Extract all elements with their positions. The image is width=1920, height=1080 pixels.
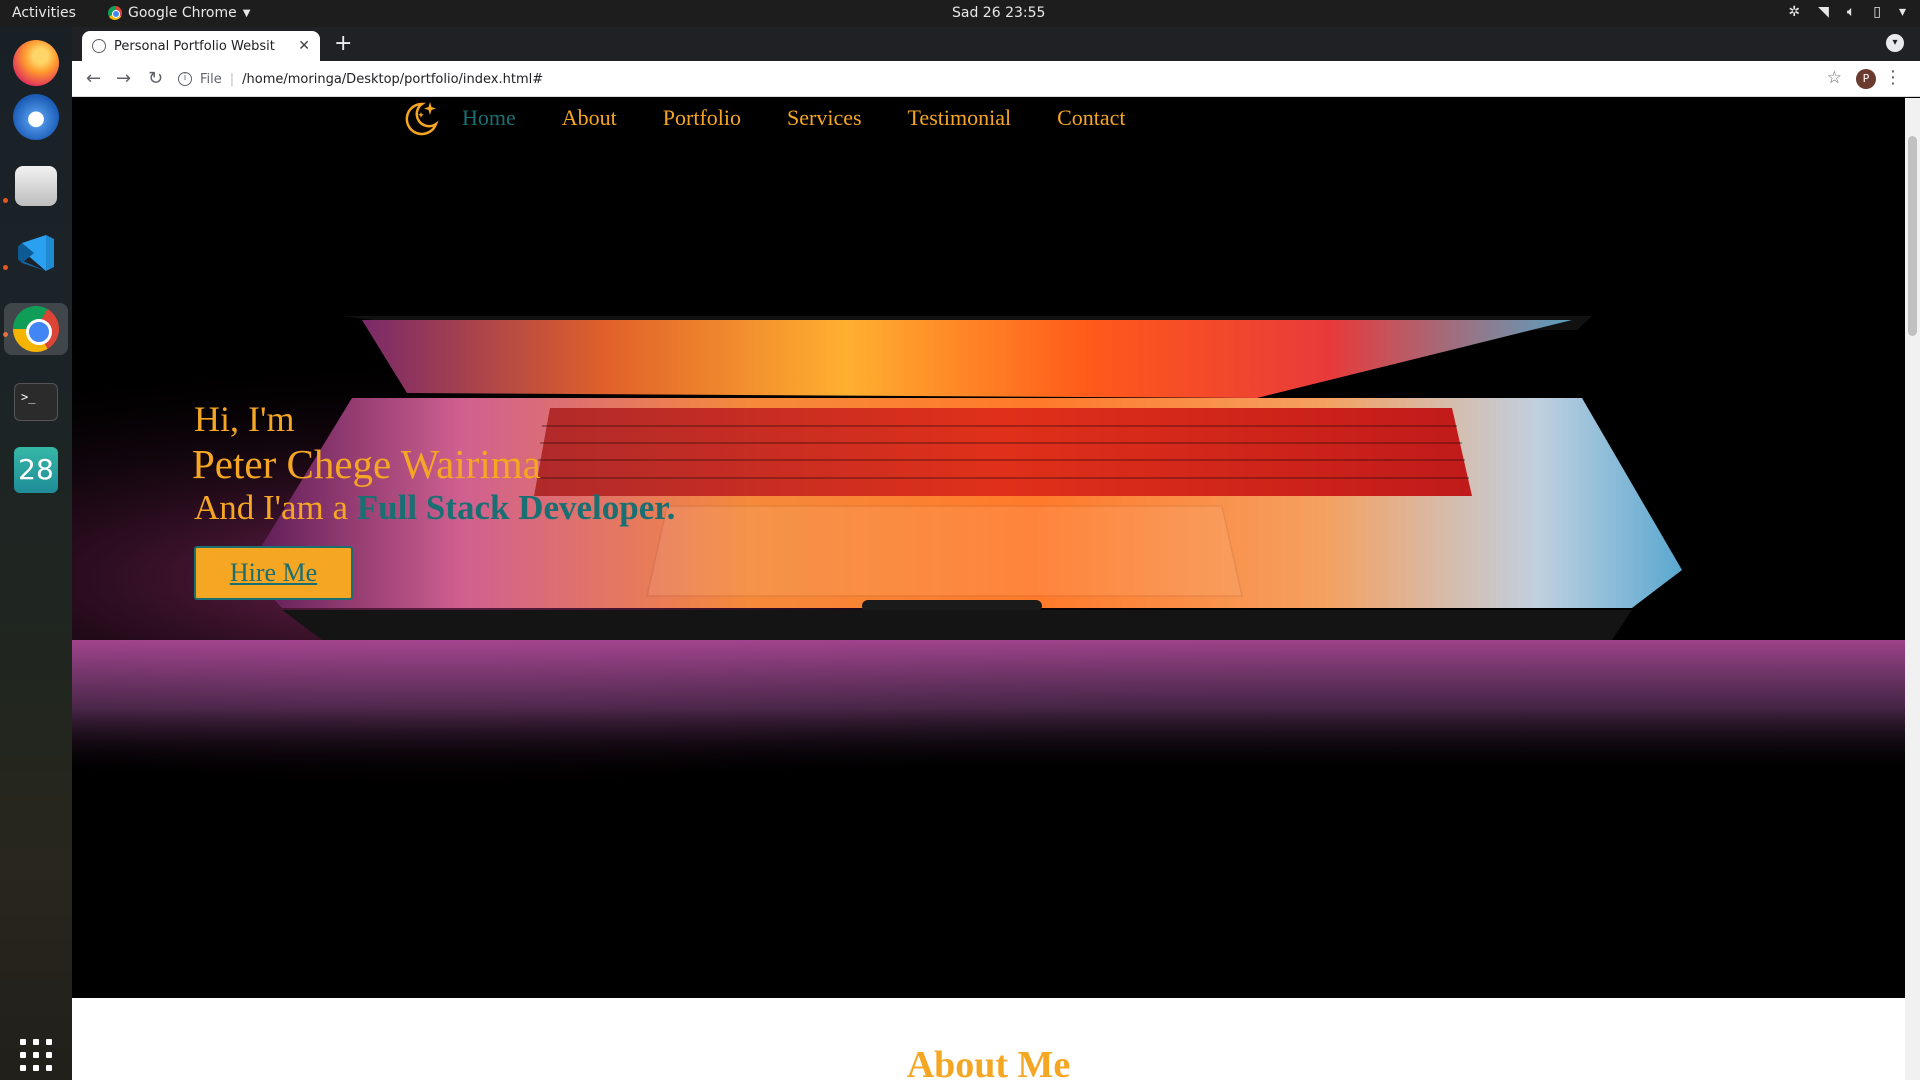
close-tab-icon[interactable]: ✕ xyxy=(298,38,310,54)
address-bar[interactable]: i File | /home/moringa/Desktop/portfolio… xyxy=(178,65,1818,93)
more-menu-icon[interactable]: ⋮ xyxy=(1884,67,1902,88)
system-menu-chevron-icon[interactable]: ▾ xyxy=(1899,4,1906,20)
tab-strip: Personal Portfolio Websit ✕ + ▾ xyxy=(72,27,1920,61)
files-icon xyxy=(15,166,57,206)
address-separator: | xyxy=(229,71,235,87)
app-menu[interactable]: Google Chrome ▼ xyxy=(108,5,250,21)
thunderbird-icon xyxy=(13,94,59,140)
hero-role: And I'am a Full Stack Developer. xyxy=(194,488,675,528)
dock: >_ 28 xyxy=(0,27,72,1080)
dock-firefox[interactable] xyxy=(10,37,62,89)
calendar-icon: 28 xyxy=(14,447,58,493)
hero-greeting: Hi, I'm xyxy=(194,399,295,439)
nav-services[interactable]: Services xyxy=(787,105,862,131)
battery-icon[interactable]: ▯ xyxy=(1873,4,1881,20)
system-top-bar: Activities Google Chrome ▼ Sad 26 23:55 … xyxy=(0,0,1920,27)
app-menu-label: Google Chrome xyxy=(128,5,237,21)
terminal-icon: >_ xyxy=(14,383,58,421)
page-viewport: Home About Portfolio Services Testimonia… xyxy=(72,98,1905,1080)
dock-calendar[interactable]: 28 xyxy=(10,444,62,496)
reload-icon[interactable]: ↻ xyxy=(148,68,163,89)
moon-stars-logo-icon[interactable] xyxy=(400,98,440,138)
dock-chrome[interactable] xyxy=(4,303,68,355)
settings-indicator-icon[interactable]: ✲ xyxy=(1788,4,1800,20)
nav-testimonial[interactable]: Testimonial xyxy=(908,105,1012,131)
info-icon[interactable]: i xyxy=(178,72,192,86)
chevron-down-icon: ▼ xyxy=(242,7,251,19)
chrome-icon xyxy=(108,6,122,20)
hero-name: Peter Chege Wairima xyxy=(192,441,541,487)
show-applications-button[interactable] xyxy=(10,1029,62,1080)
page-scrollbar[interactable] xyxy=(1905,98,1920,1080)
dock-terminal[interactable]: >_ xyxy=(10,376,62,428)
hero-role-prefix: And I'am a xyxy=(194,488,357,527)
nav-portfolio[interactable]: Portfolio xyxy=(663,105,741,131)
forward-arrow-icon[interactable]: → xyxy=(116,68,131,89)
profile-avatar[interactable]: P xyxy=(1856,69,1876,89)
running-indicator xyxy=(3,198,8,203)
address-url[interactable]: /home/moringa/Desktop/portfolio/index.ht… xyxy=(242,72,543,87)
dock-vscode[interactable] xyxy=(10,227,62,279)
nav-about[interactable]: About xyxy=(562,105,617,131)
dock-files[interactable] xyxy=(10,160,62,212)
chrome-icon xyxy=(13,306,59,352)
vscode-icon xyxy=(18,235,54,271)
volume-icon[interactable]: 🔈︎ xyxy=(1847,4,1855,20)
wifi-icon[interactable]: ◥ xyxy=(1818,4,1829,20)
hero-role-highlight: Full Stack Developer. xyxy=(356,488,676,527)
clock[interactable]: Sad 26 23:55 xyxy=(952,5,1045,21)
activities-button[interactable]: Activities xyxy=(12,5,76,21)
tab-search-icon[interactable]: ▾ xyxy=(1886,34,1904,52)
dock-thunderbird[interactable] xyxy=(10,91,62,143)
back-arrow-icon[interactable]: ← xyxy=(86,68,101,89)
site-navigation: Home About Portfolio Services Testimonia… xyxy=(400,98,1172,138)
browser-tab[interactable]: Personal Portfolio Websit ✕ xyxy=(82,31,320,61)
globe-icon xyxy=(92,39,106,53)
running-indicator xyxy=(3,265,8,270)
new-tab-button[interactable]: + xyxy=(334,32,352,56)
address-scheme: File xyxy=(200,71,222,87)
browser-toolbar: ← → ↻ i File | /home/moringa/Desktop/por… xyxy=(72,61,1920,97)
about-section-title: About Me xyxy=(906,1044,1071,1080)
hero-section: Home About Portfolio Services Testimonia… xyxy=(72,98,1905,998)
hire-me-button[interactable]: Hire Me xyxy=(194,546,353,600)
nav-home[interactable]: Home xyxy=(462,105,516,131)
scrollbar-thumb[interactable] xyxy=(1908,136,1917,336)
firefox-icon xyxy=(13,40,59,86)
tab-title: Personal Portfolio Websit xyxy=(114,38,275,54)
app-grid-icon xyxy=(20,1039,52,1071)
nav-contact[interactable]: Contact xyxy=(1057,105,1125,131)
system-tray[interactable]: ✲ ◥ 🔈︎ ▯ ▾ xyxy=(1788,4,1906,20)
bookmark-star-icon[interactable]: ☆ xyxy=(1827,68,1842,88)
